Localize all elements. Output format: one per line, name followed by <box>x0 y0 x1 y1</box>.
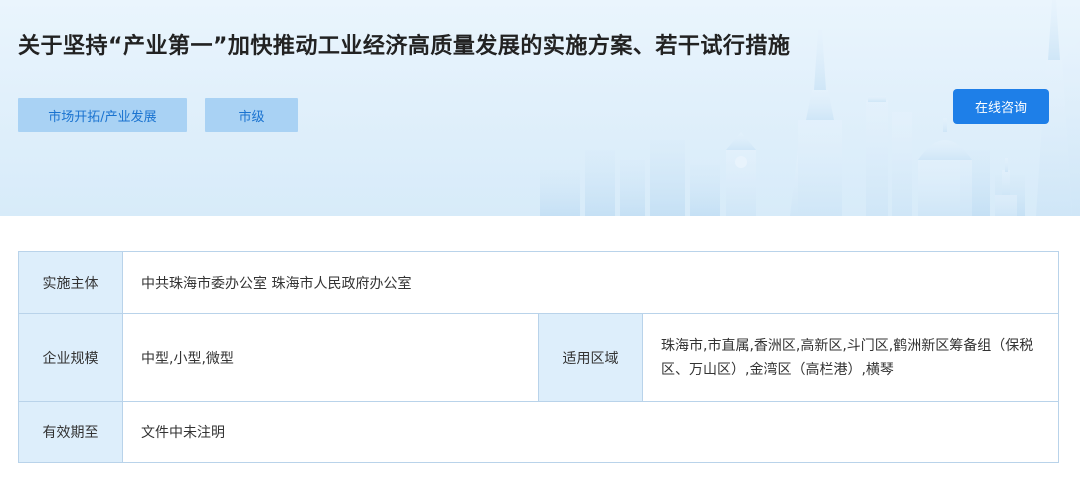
table-row-implementer: 实施主体 中共珠海市委办公室 珠海市人民政府办公室 <box>19 252 1058 314</box>
implementer-label: 实施主体 <box>19 252 123 313</box>
page-banner: 关于坚持“产业第一”加快推动工业经济高质量发展的实施方案、若干试行措施 市场开拓… <box>0 0 1080 216</box>
table-row-scale-area: 企业规模 中型,小型,微型 适用区域 珠海市,市直属,香洲区,高新区,斗门区,鹤… <box>19 314 1058 402</box>
applicable-area-value: 珠海市,市直属,香洲区,高新区,斗门区,鹤洲新区筹备组（保税区、万山区）,金湾区… <box>661 337 1034 378</box>
valid-until-label: 有效期至 <box>19 402 123 462</box>
level-tag: 市级 <box>205 98 298 132</box>
valid-until-value: 文件中未注明 <box>141 425 225 441</box>
enterprise-scale-label: 企业规模 <box>19 314 123 401</box>
page-title: 关于坚持“产业第一”加快推动工业经济高质量发展的实施方案、若干试行措施 <box>18 34 791 59</box>
enterprise-scale-value: 中型,小型,微型 <box>123 314 539 401</box>
category-tag: 市场开拓/产业发展 <box>18 98 187 132</box>
policy-info-table: 实施主体 中共珠海市委办公室 珠海市人民政府办公室 企业规模 中型,小型,微型 … <box>18 251 1059 463</box>
online-consult-button[interactable]: 在线咨询 <box>953 89 1049 124</box>
implementer-value: 中共珠海市委办公室 珠海市人民政府办公室 <box>141 275 412 292</box>
table-row-valid-until: 有效期至 文件中未注明 <box>19 402 1058 462</box>
applicable-area-label: 适用区域 <box>539 314 643 401</box>
